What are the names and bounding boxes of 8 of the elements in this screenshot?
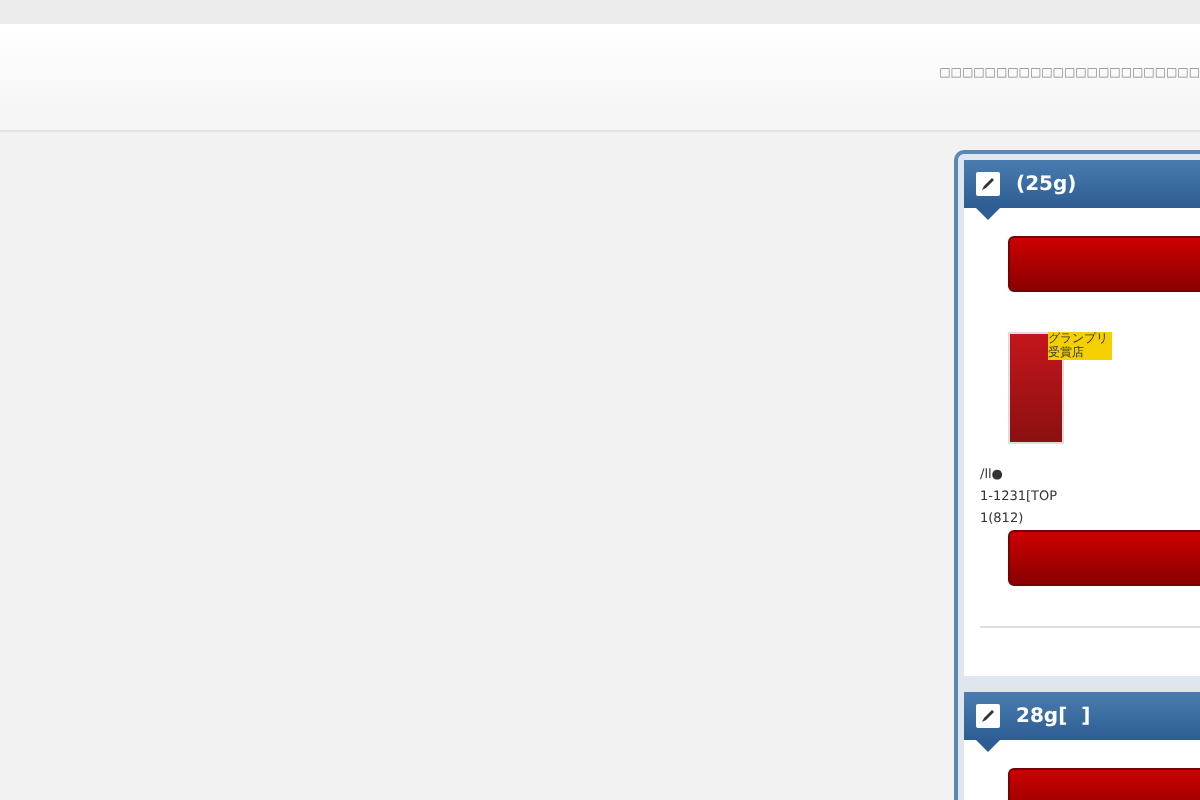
header-pointer: [976, 208, 1000, 220]
banner-button[interactable]: [1008, 530, 1200, 586]
header-pointer: [976, 740, 1000, 752]
banner-button[interactable]: [1008, 236, 1200, 292]
pencil-icon: [976, 172, 1000, 196]
widget-title: 28g[ ]: [1016, 705, 1091, 727]
pencil-icon: [976, 704, 1000, 728]
widget-title: (25g): [1016, 173, 1077, 195]
